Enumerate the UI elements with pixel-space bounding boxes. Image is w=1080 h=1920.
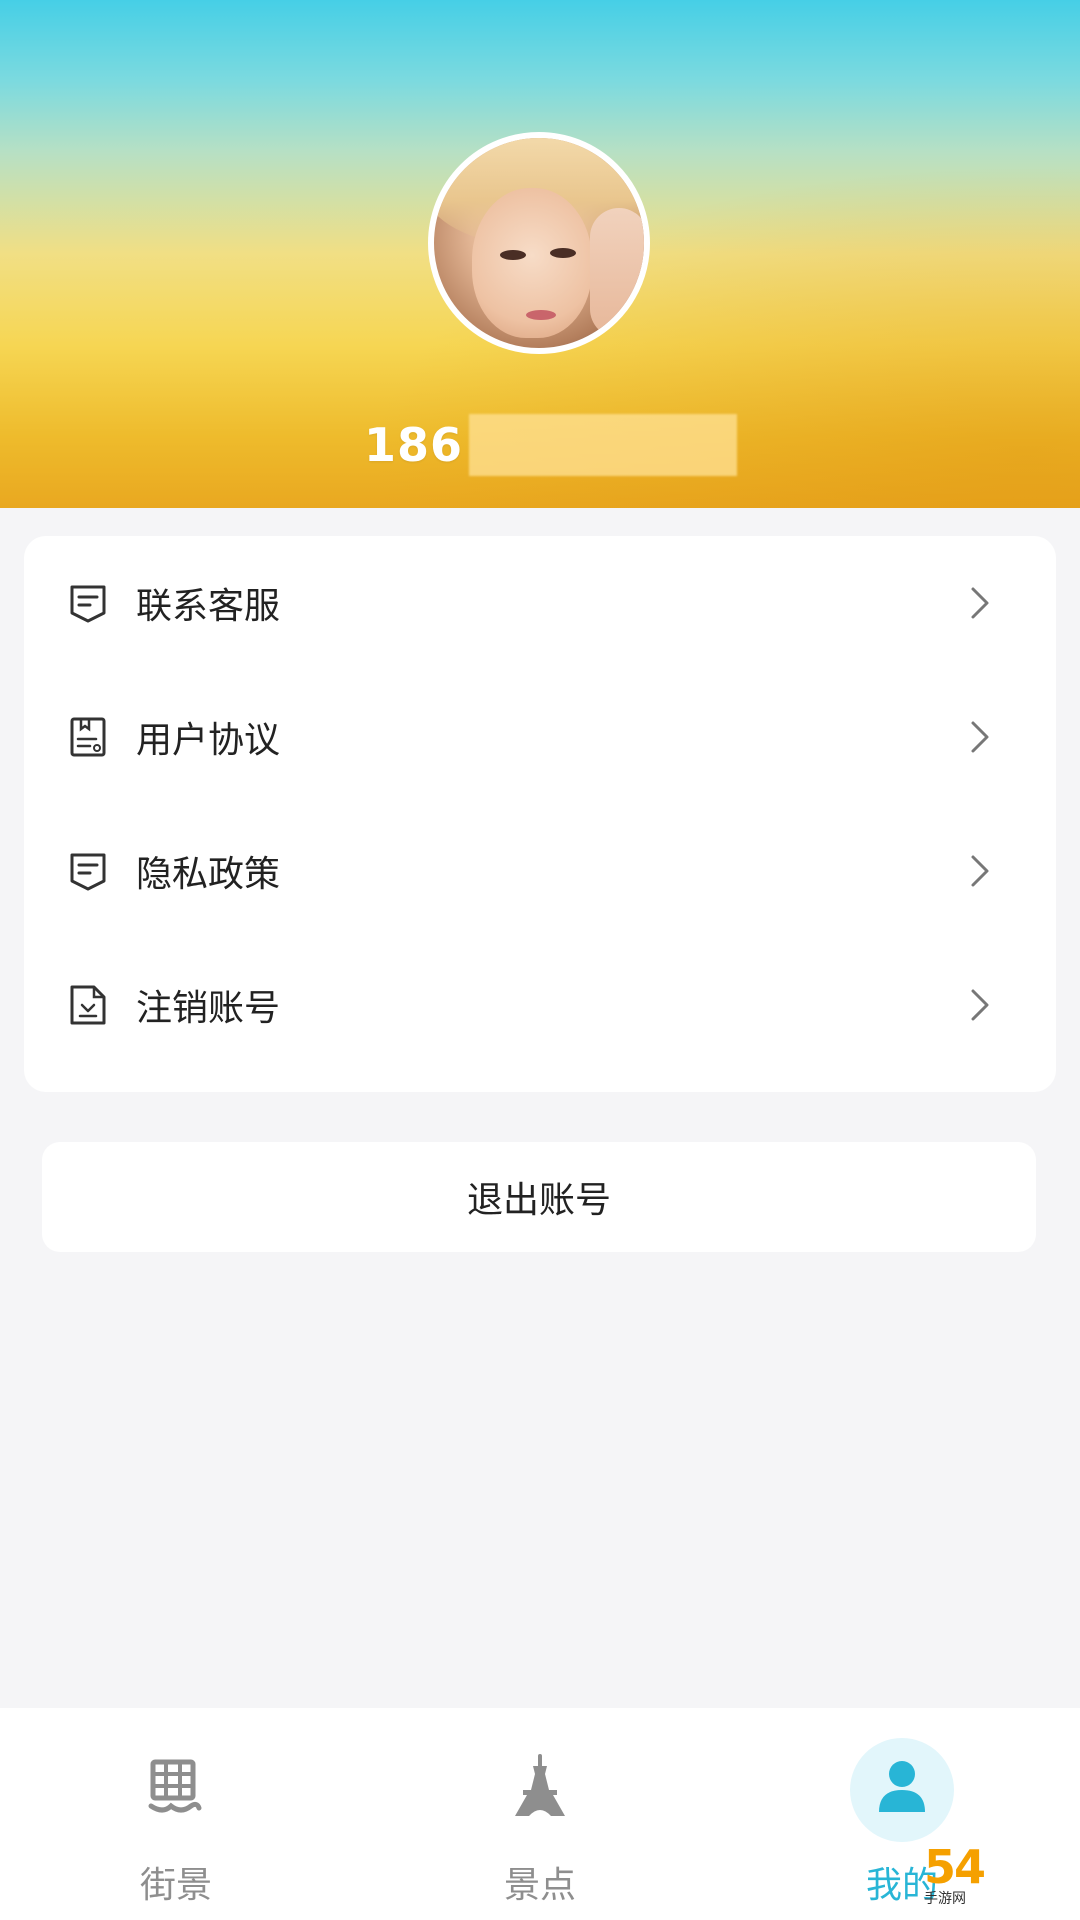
customer-service-icon xyxy=(70,585,106,623)
profile-header: 186 xyxy=(0,0,1080,508)
user-agreement-icon xyxy=(70,717,106,757)
settings-card: 联系客服 用户协议 隐私政策 注销账号 xyxy=(24,536,1056,1092)
watermark-text: 54 xyxy=(924,1840,986,1894)
avatar-eye-left xyxy=(500,250,526,260)
attractions-icon xyxy=(515,1754,565,1816)
tab-attractions[interactable]: 景点 xyxy=(390,1708,690,1920)
menu-item-label: 联系客服 xyxy=(136,586,281,627)
street-view-icon xyxy=(148,1759,202,1813)
phone-number: 186 xyxy=(364,414,738,476)
watermark-logo: 54 手游网 xyxy=(924,1840,1080,1920)
bottom-tab-bar: 街景 景点 我的 xyxy=(0,1708,1080,1920)
delete-account-icon xyxy=(70,985,106,1025)
chevron-right-icon xyxy=(971,587,989,619)
avatar-lips xyxy=(526,310,556,320)
menu-item-delete-account[interactable]: 注销账号 xyxy=(24,938,1056,1072)
menu-item-privacy-policy[interactable]: 隐私政策 xyxy=(24,804,1056,938)
profile-icon xyxy=(879,1761,925,1812)
chevron-right-icon xyxy=(971,721,989,753)
menu-item-customer-service[interactable]: 联系客服 xyxy=(24,536,1056,670)
menu-item-label: 用户协议 xyxy=(136,720,281,761)
tab-street-view[interactable]: 街景 xyxy=(26,1708,326,1920)
menu-item-label: 注销账号 xyxy=(136,988,281,1029)
tab-label: 景点 xyxy=(503,1865,576,1906)
privacy-policy-icon xyxy=(70,853,106,891)
phone-mask xyxy=(469,414,738,476)
profile-page: 186 联系客服 用户协议 隐私政策 注销账号 退出账号 街景 景点 我的 54… xyxy=(0,0,1080,1920)
tab-label: 街景 xyxy=(139,1865,212,1906)
chevron-right-icon xyxy=(971,855,989,887)
phone-prefix: 186 xyxy=(364,418,464,472)
logout-button[interactable]: 退出账号 xyxy=(42,1142,1036,1252)
avatar-eye-right xyxy=(550,248,576,258)
menu-item-label: 隐私政策 xyxy=(136,854,281,895)
menu-item-user-agreement[interactable]: 用户协议 xyxy=(24,670,1056,804)
avatar[interactable] xyxy=(428,132,650,354)
watermark-subtext: 手游网 xyxy=(924,1891,966,1907)
chevron-right-icon xyxy=(971,989,989,1021)
avatar-hand xyxy=(590,208,644,338)
